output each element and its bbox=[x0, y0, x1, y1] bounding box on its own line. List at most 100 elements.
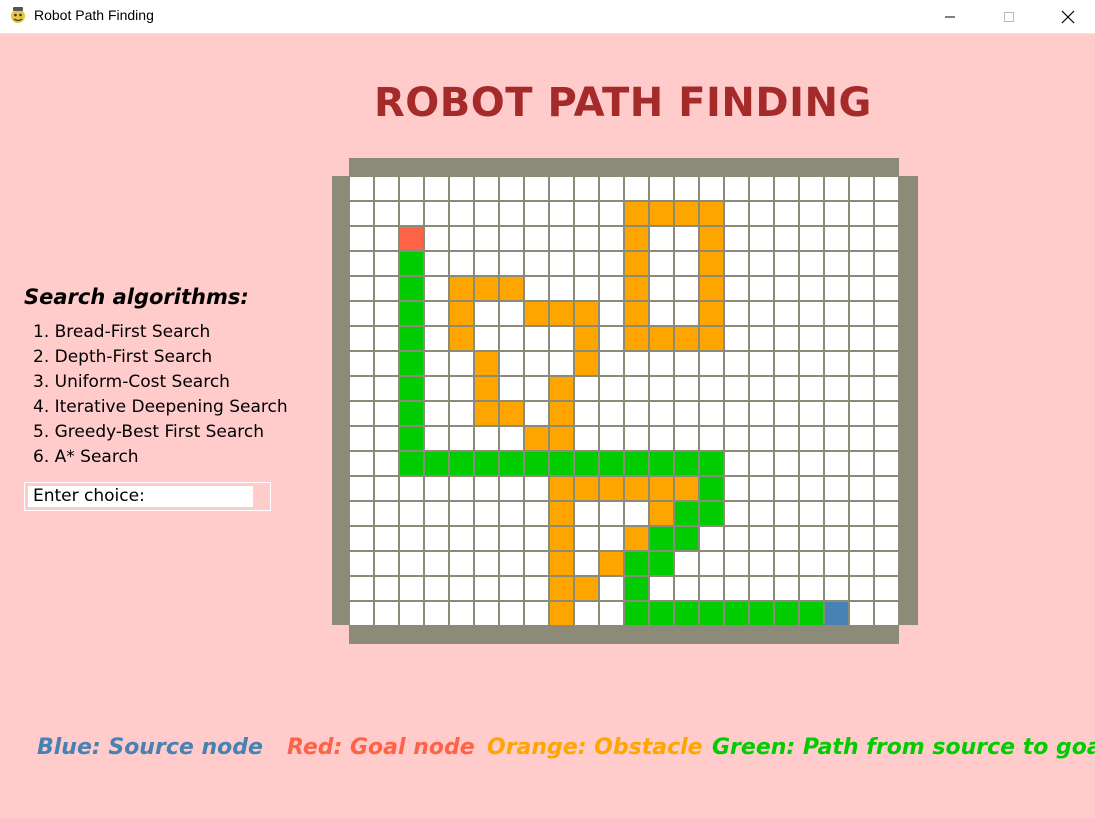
grid-cell[interactable] bbox=[825, 302, 848, 325]
path-cell[interactable] bbox=[400, 327, 423, 350]
grid-cell[interactable] bbox=[375, 327, 398, 350]
grid-cell[interactable] bbox=[625, 427, 648, 450]
grid-cell[interactable] bbox=[450, 377, 473, 400]
grid-cell[interactable] bbox=[750, 527, 773, 550]
grid-cell[interactable] bbox=[550, 327, 573, 350]
obstacle-cell[interactable] bbox=[600, 477, 623, 500]
grid-cell[interactable] bbox=[575, 227, 598, 250]
grid-cell[interactable] bbox=[800, 177, 823, 200]
path-cell[interactable] bbox=[700, 602, 723, 625]
grid-cell[interactable] bbox=[875, 227, 898, 250]
grid-cell[interactable] bbox=[700, 552, 723, 575]
grid-cell[interactable] bbox=[650, 577, 673, 600]
path-cell[interactable] bbox=[700, 477, 723, 500]
grid-cell[interactable] bbox=[875, 252, 898, 275]
grid-cell[interactable] bbox=[475, 552, 498, 575]
grid-cell[interactable] bbox=[475, 427, 498, 450]
obstacle-cell[interactable] bbox=[700, 252, 723, 275]
grid-cell[interactable] bbox=[500, 302, 523, 325]
grid-cell[interactable] bbox=[875, 352, 898, 375]
grid-cell[interactable] bbox=[350, 177, 373, 200]
grid-cell[interactable] bbox=[850, 427, 873, 450]
path-cell[interactable] bbox=[700, 502, 723, 525]
grid-cell[interactable] bbox=[500, 377, 523, 400]
path-cell[interactable] bbox=[550, 452, 573, 475]
grid-cell[interactable] bbox=[550, 352, 573, 375]
grid-cell[interactable] bbox=[525, 402, 548, 425]
grid-cell[interactable] bbox=[675, 302, 698, 325]
path-cell[interactable] bbox=[400, 377, 423, 400]
grid-cell[interactable] bbox=[800, 402, 823, 425]
grid-cell[interactable] bbox=[675, 377, 698, 400]
grid-cell[interactable] bbox=[650, 302, 673, 325]
grid-cell[interactable] bbox=[775, 327, 798, 350]
close-button[interactable] bbox=[1045, 0, 1091, 33]
grid-cell[interactable] bbox=[750, 327, 773, 350]
grid-cell[interactable] bbox=[725, 227, 748, 250]
grid-cell[interactable] bbox=[775, 477, 798, 500]
grid-cell[interactable] bbox=[375, 402, 398, 425]
grid-cell[interactable] bbox=[475, 252, 498, 275]
grid-cell[interactable] bbox=[525, 477, 548, 500]
grid-cell[interactable] bbox=[875, 327, 898, 350]
grid-cell[interactable] bbox=[750, 552, 773, 575]
obstacle-cell[interactable] bbox=[525, 302, 548, 325]
grid-cell[interactable] bbox=[500, 552, 523, 575]
grid-cell[interactable] bbox=[850, 227, 873, 250]
grid-cell[interactable] bbox=[525, 602, 548, 625]
grid-cell[interactable] bbox=[675, 227, 698, 250]
path-cell[interactable] bbox=[725, 602, 748, 625]
obstacle-cell[interactable] bbox=[675, 477, 698, 500]
grid-cell[interactable] bbox=[825, 277, 848, 300]
obstacle-cell[interactable] bbox=[625, 227, 648, 250]
grid-cell[interactable] bbox=[475, 577, 498, 600]
grid-cell[interactable] bbox=[800, 552, 823, 575]
grid-cell[interactable] bbox=[675, 402, 698, 425]
grid-cell[interactable] bbox=[375, 302, 398, 325]
grid-cell[interactable] bbox=[350, 527, 373, 550]
grid-cell[interactable] bbox=[375, 602, 398, 625]
grid-cell[interactable] bbox=[700, 577, 723, 600]
grid-cell[interactable] bbox=[525, 277, 548, 300]
grid-cell[interactable] bbox=[725, 277, 748, 300]
obstacle-cell[interactable] bbox=[650, 477, 673, 500]
grid-cell[interactable] bbox=[500, 252, 523, 275]
grid-cell[interactable] bbox=[775, 377, 798, 400]
path-cell[interactable] bbox=[500, 452, 523, 475]
grid-cell[interactable] bbox=[350, 202, 373, 225]
obstacle-cell[interactable] bbox=[575, 477, 598, 500]
grid-cell[interactable] bbox=[850, 452, 873, 475]
goal-cell[interactable] bbox=[400, 227, 423, 250]
obstacle-cell[interactable] bbox=[700, 277, 723, 300]
grid-cell[interactable] bbox=[700, 402, 723, 425]
grid-cell[interactable] bbox=[375, 477, 398, 500]
grid-cell[interactable] bbox=[800, 202, 823, 225]
grid-cell[interactable] bbox=[850, 402, 873, 425]
grid-cell[interactable] bbox=[450, 602, 473, 625]
grid-cell[interactable] bbox=[600, 277, 623, 300]
grid-cell[interactable] bbox=[475, 527, 498, 550]
grid-cell[interactable] bbox=[425, 502, 448, 525]
grid-cell[interactable] bbox=[500, 577, 523, 600]
grid-cell[interactable] bbox=[450, 502, 473, 525]
grid-cell[interactable] bbox=[475, 477, 498, 500]
grid-cell[interactable] bbox=[600, 377, 623, 400]
grid-cell[interactable] bbox=[600, 302, 623, 325]
grid-cell[interactable] bbox=[750, 302, 773, 325]
grid-cell[interactable] bbox=[825, 502, 848, 525]
grid-cell[interactable] bbox=[375, 577, 398, 600]
path-cell[interactable] bbox=[575, 452, 598, 475]
grid-cell[interactable] bbox=[550, 202, 573, 225]
obstacle-cell[interactable] bbox=[550, 427, 573, 450]
obstacle-cell[interactable] bbox=[550, 302, 573, 325]
obstacle-cell[interactable] bbox=[475, 377, 498, 400]
grid-cell[interactable] bbox=[700, 352, 723, 375]
grid-cell[interactable] bbox=[825, 227, 848, 250]
grid-cell[interactable] bbox=[800, 577, 823, 600]
grid-cell[interactable] bbox=[750, 177, 773, 200]
grid-cell[interactable] bbox=[750, 202, 773, 225]
grid-cell[interactable] bbox=[650, 352, 673, 375]
grid-cell[interactable] bbox=[750, 402, 773, 425]
choice-input-box[interactable]: Enter choice: bbox=[24, 482, 271, 511]
path-cell[interactable] bbox=[750, 602, 773, 625]
